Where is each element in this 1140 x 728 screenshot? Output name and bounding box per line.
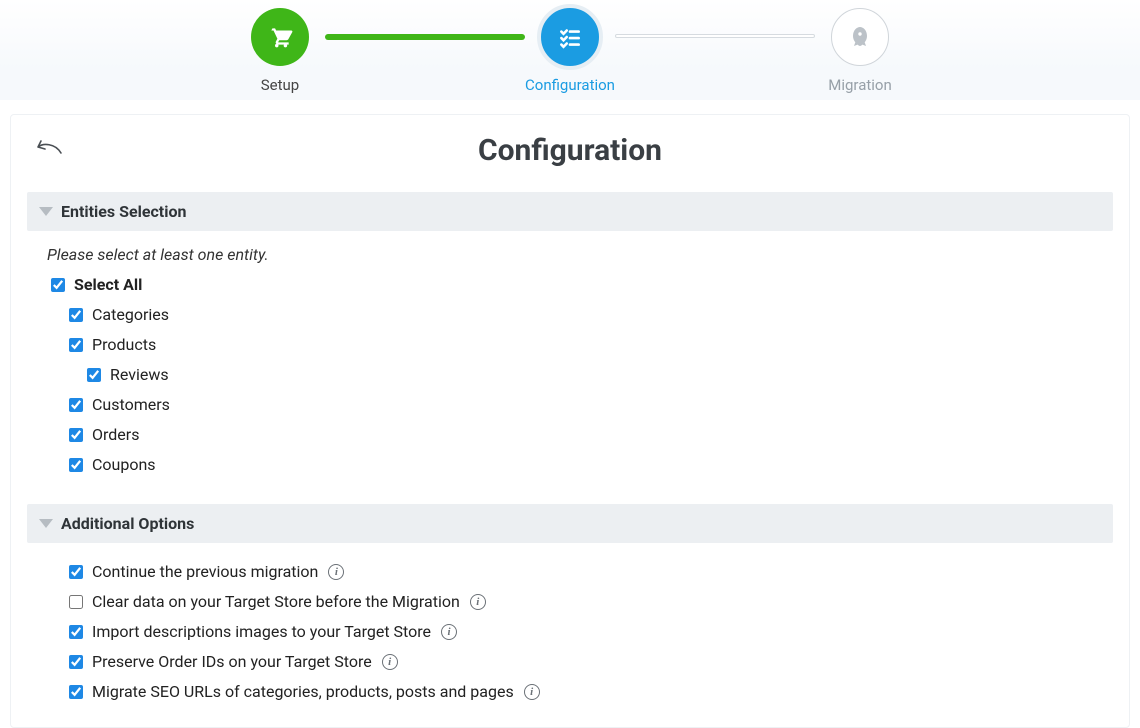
entity-row: Reviews [47, 360, 1113, 390]
step-migration[interactable]: Migration [815, 8, 905, 94]
list-icon [537, 4, 603, 70]
chevron-down-icon [39, 207, 53, 216]
step-configuration[interactable]: Configuration [525, 8, 615, 94]
options-list: Continue the previous migration i Clear da… [47, 557, 1113, 707]
option-checkbox[interactable] [69, 685, 83, 699]
stepper: Setup Configuration Migration [0, 0, 1140, 100]
option-label: Clear data on your Target Store before t… [92, 590, 460, 614]
entity-checkbox[interactable] [69, 308, 83, 322]
entity-row: Products [47, 330, 1113, 360]
step-label-configuration: Configuration [525, 76, 615, 94]
option-label: Continue the previous migration [92, 560, 318, 584]
section-options-toggle[interactable]: Additional Options [27, 504, 1113, 543]
entity-checkbox[interactable] [69, 398, 83, 412]
option-row: Import descriptions images to your Targe… [47, 617, 1113, 647]
section-entities: Entities Selection [27, 192, 1113, 231]
entity-label: Products [92, 333, 156, 357]
info-icon[interactable]: i [382, 654, 398, 670]
entity-checkbox[interactable] [69, 338, 83, 352]
option-checkbox[interactable] [69, 625, 83, 639]
entity-row: Customers [47, 390, 1113, 420]
entity-label: Coupons [92, 453, 156, 477]
entity-checkbox[interactable] [87, 368, 101, 382]
entity-label: Orders [92, 423, 139, 447]
entity-row: Coupons [47, 450, 1113, 480]
section-entities-title: Entities Selection [61, 202, 186, 221]
info-icon[interactable]: i [328, 564, 344, 580]
select-all-row: Select All [47, 270, 1113, 300]
entity-checkbox[interactable] [69, 458, 83, 472]
connector-2 [615, 34, 815, 38]
option-label: Migrate SEO URLs of categories, products… [92, 680, 514, 704]
info-icon[interactable]: i [441, 624, 457, 640]
entity-label: Customers [92, 393, 170, 417]
option-checkbox[interactable] [69, 655, 83, 669]
step-setup[interactable]: Setup [235, 8, 325, 94]
entity-label: Reviews [110, 363, 169, 387]
option-row: Migrate SEO URLs of categories, products… [47, 677, 1113, 707]
entity-label: Categories [92, 303, 169, 327]
info-icon[interactable]: i [470, 594, 486, 610]
option-checkbox[interactable] [69, 565, 83, 579]
step-label-setup: Setup [261, 76, 299, 94]
option-label: Import descriptions images to your Targe… [92, 620, 431, 644]
entity-row: Orders [47, 420, 1113, 450]
entities-hint: Please select at least one entity. [47, 245, 1113, 264]
entities-list: Select All Categories Products Reviews Cust… [47, 270, 1113, 480]
configuration-card: Configuration Entities Selection Please … [10, 114, 1130, 728]
select-all-checkbox[interactable] [51, 278, 65, 292]
section-options: Additional Options [27, 504, 1113, 543]
option-label: Preserve Order IDs on your Target Store [92, 650, 372, 674]
select-all-label: Select All [74, 273, 142, 297]
entity-checkbox[interactable] [69, 428, 83, 442]
page-title: Configuration [11, 133, 1129, 168]
info-icon[interactable]: i [524, 684, 540, 700]
chevron-down-icon [39, 519, 53, 528]
step-label-migration: Migration [828, 76, 892, 94]
back-button[interactable] [31, 135, 65, 165]
rocket-icon [831, 8, 889, 66]
connector-1 [325, 34, 525, 40]
cart-icon [251, 8, 309, 66]
entity-row: Categories [47, 300, 1113, 330]
option-row: Preserve Order IDs on your Target Store i [47, 647, 1113, 677]
section-entities-toggle[interactable]: Entities Selection [27, 192, 1113, 231]
option-row: Clear data on your Target Store before t… [47, 587, 1113, 617]
section-options-title: Additional Options [61, 514, 194, 533]
option-row: Continue the previous migration i [47, 557, 1113, 587]
option-checkbox[interactable] [69, 595, 83, 609]
